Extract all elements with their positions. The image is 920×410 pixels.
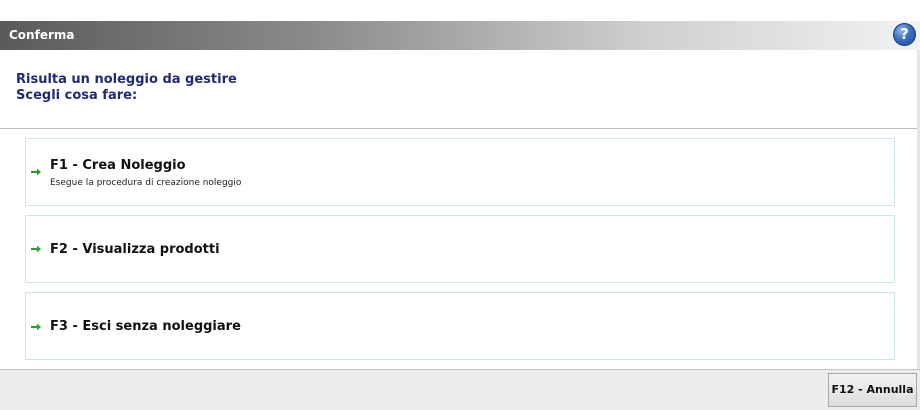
cancel-button[interactable]: F12 - Annulla xyxy=(828,373,917,407)
header-divider xyxy=(0,128,920,129)
option-esci-senza-noleggiare[interactable]: F3 - Esci senza noleggiare xyxy=(25,292,895,360)
option-visualizza-prodotti[interactable]: F2 - Visualizza prodotti xyxy=(25,215,895,283)
help-icon: ? xyxy=(900,25,909,43)
option-label: F3 - Esci senza noleggiare xyxy=(50,319,241,334)
green-arrow-right-icon xyxy=(31,245,41,253)
option-label: F1 - Crea Noleggio xyxy=(50,158,186,173)
confirm-dialog: Conferma ? Risulta un noleggio da gestir… xyxy=(0,0,920,410)
message-line-2: Scegli cosa fare: xyxy=(16,88,138,103)
option-description: Esegue la procedura di creazione noleggi… xyxy=(50,178,242,188)
option-crea-noleggio[interactable]: F1 - Crea Noleggio Esegue la procedura d… xyxy=(25,138,895,206)
help-button[interactable]: ? xyxy=(893,23,916,46)
dialog-titlebar: Conferma ? xyxy=(0,21,920,50)
dialog-message: Risulta un noleggio da gestire Scegli co… xyxy=(16,72,237,104)
green-arrow-right-icon xyxy=(31,168,41,176)
dialog-title: Conferma xyxy=(9,28,75,42)
dialog-footer: F12 - Annulla xyxy=(0,369,920,410)
option-label: F2 - Visualizza prodotti xyxy=(50,242,220,257)
message-line-1: Risulta un noleggio da gestire xyxy=(16,72,237,87)
green-arrow-right-icon xyxy=(31,323,41,331)
